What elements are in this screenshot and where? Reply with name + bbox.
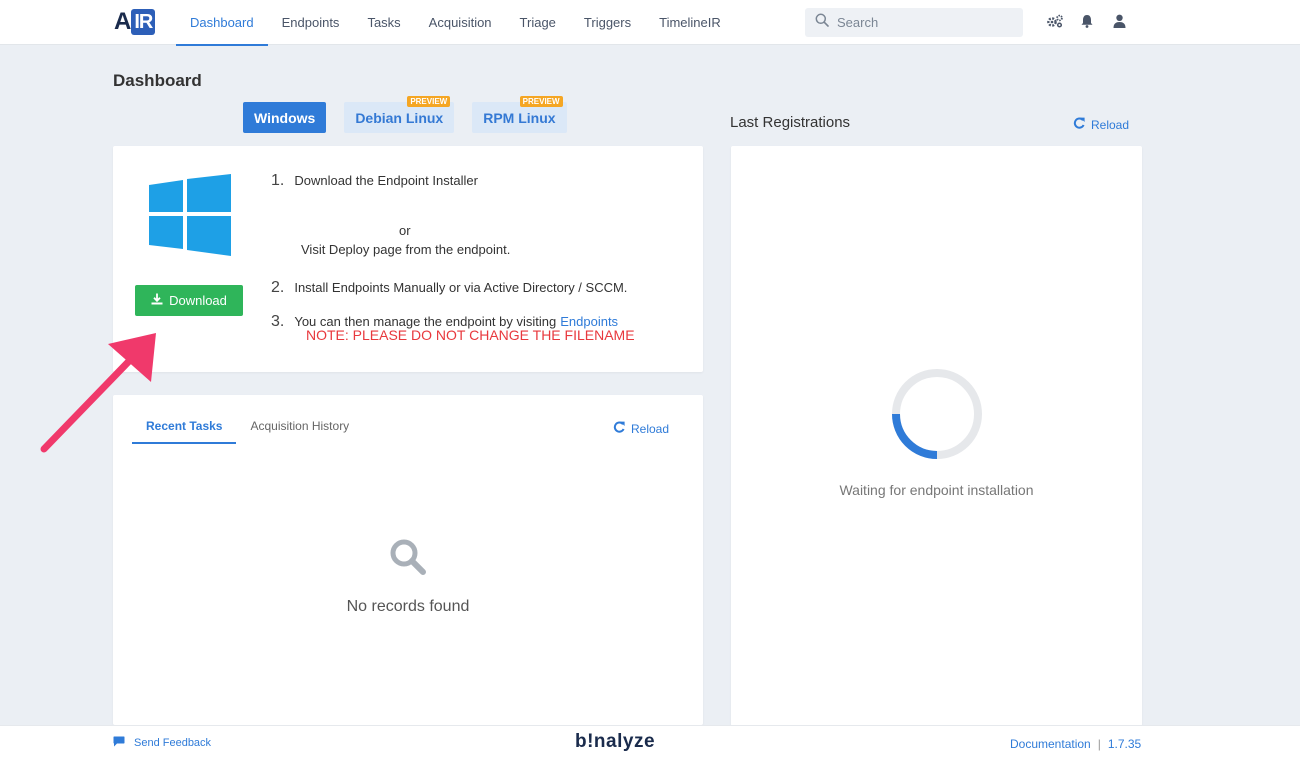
tab-windows-label: Windows [254,109,316,126]
step-1: 1. Download the Endpoint Installer [271,172,478,190]
nav-endpoints[interactable]: Endpoints [268,0,354,45]
footer-links: Documentation | 1.7.35 [1010,737,1141,751]
top-icons [1046,12,1128,30]
download-button[interactable]: Download [135,285,243,316]
loading-spinner-icon [891,368,983,465]
page-title: Dashboard [113,71,202,90]
nav-acquisition[interactable]: Acquisition [415,0,506,45]
nav-tasks[interactable]: Tasks [353,0,414,45]
search-box[interactable] [805,8,1023,37]
download-icon [151,293,163,308]
reload-label: Reload [1091,117,1130,132]
preview-badge: PREVIEW [407,96,451,107]
registrations-reload-button[interactable]: Reload [1073,117,1129,132]
step-number: 2. [271,279,285,296]
footer: Send Feedback b!nalyze Documentation | 1… [0,725,1300,761]
chat-icon [113,736,125,750]
os-tabs: Windows Debian Linux PREVIEW RPM Linux P… [243,96,567,133]
task-tabs: Recent Tasks Acquisition History [132,407,363,444]
tasks-reload-button[interactable]: Reload [613,421,669,436]
preview-badge: PREVIEW [519,96,563,107]
download-label: Download [169,293,227,308]
nav-timelineir[interactable]: TimelineIR [645,0,735,45]
reload-icon [613,421,625,436]
reload-icon [1073,117,1085,132]
documentation-link[interactable]: Documentation [1010,737,1091,751]
filename-warning: NOTE: PLEASE DO NOT CHANGE THE FILENAME [306,327,635,343]
bell-icon[interactable] [1078,12,1096,30]
registrations-title: Last Registrations [730,114,851,131]
send-feedback-label: Send Feedback [134,737,212,749]
logo-a: A [114,8,131,35]
search-icon [815,13,829,32]
or-text: or [399,223,411,238]
nav-triggers[interactable]: Triggers [570,0,645,45]
nav-triage[interactable]: Triage [506,0,570,45]
annotation-arrow [38,330,163,460]
step-text: Install Endpoints Manually or via Active… [294,280,628,295]
tab-acquisition-history[interactable]: Acquisition History [236,407,363,444]
settings-icon[interactable] [1046,12,1064,30]
windows-logo-icon [149,174,231,256]
tab-debian-linux[interactable]: Debian Linux PREVIEW [344,96,455,133]
tab-windows[interactable]: Windows [243,102,327,133]
user-icon[interactable] [1110,12,1128,30]
step-number: 3. [271,313,285,330]
tab-rpm-linux[interactable]: RPM Linux PREVIEW [472,96,567,133]
send-feedback-link[interactable]: Send Feedback [113,736,211,750]
air-logo[interactable]: A IR [114,8,156,36]
step-2: 2. Install Endpoints Manually or via Act… [271,279,627,297]
tab-rpm-label: RPM Linux [483,109,556,126]
step-text: Download the Endpoint Installer [294,173,478,188]
top-navbar: A IR Dashboard Endpoints Tasks Acquisitio… [0,0,1300,46]
logo-ir: IR [131,9,156,35]
binalyze-logo: b!nalyze [575,731,656,752]
step-number: 1. [271,172,285,189]
tab-debian-label: Debian Linux [355,109,444,126]
installer-card: Download 1. Download the Endpoint Instal… [113,146,703,372]
main-nav: Dashboard Endpoints Tasks Acquisition Tr… [176,0,735,46]
waiting-text: Waiting for endpoint installation [839,482,1034,498]
tasks-card: Recent Tasks Acquisition History Reload … [113,395,703,725]
step-1-sub: Visit Deploy page from the endpoint. [301,242,511,257]
separator: | [1097,737,1101,751]
empty-state-text: No records found [346,598,470,615]
nav-dashboard[interactable]: Dashboard [176,0,268,46]
magnifier-icon [388,537,428,582]
registrations-card: Waiting for endpoint installation [731,146,1142,726]
search-input[interactable] [837,15,1007,30]
version-text: 1.7.35 [1107,737,1142,751]
reload-label: Reload [631,421,670,436]
